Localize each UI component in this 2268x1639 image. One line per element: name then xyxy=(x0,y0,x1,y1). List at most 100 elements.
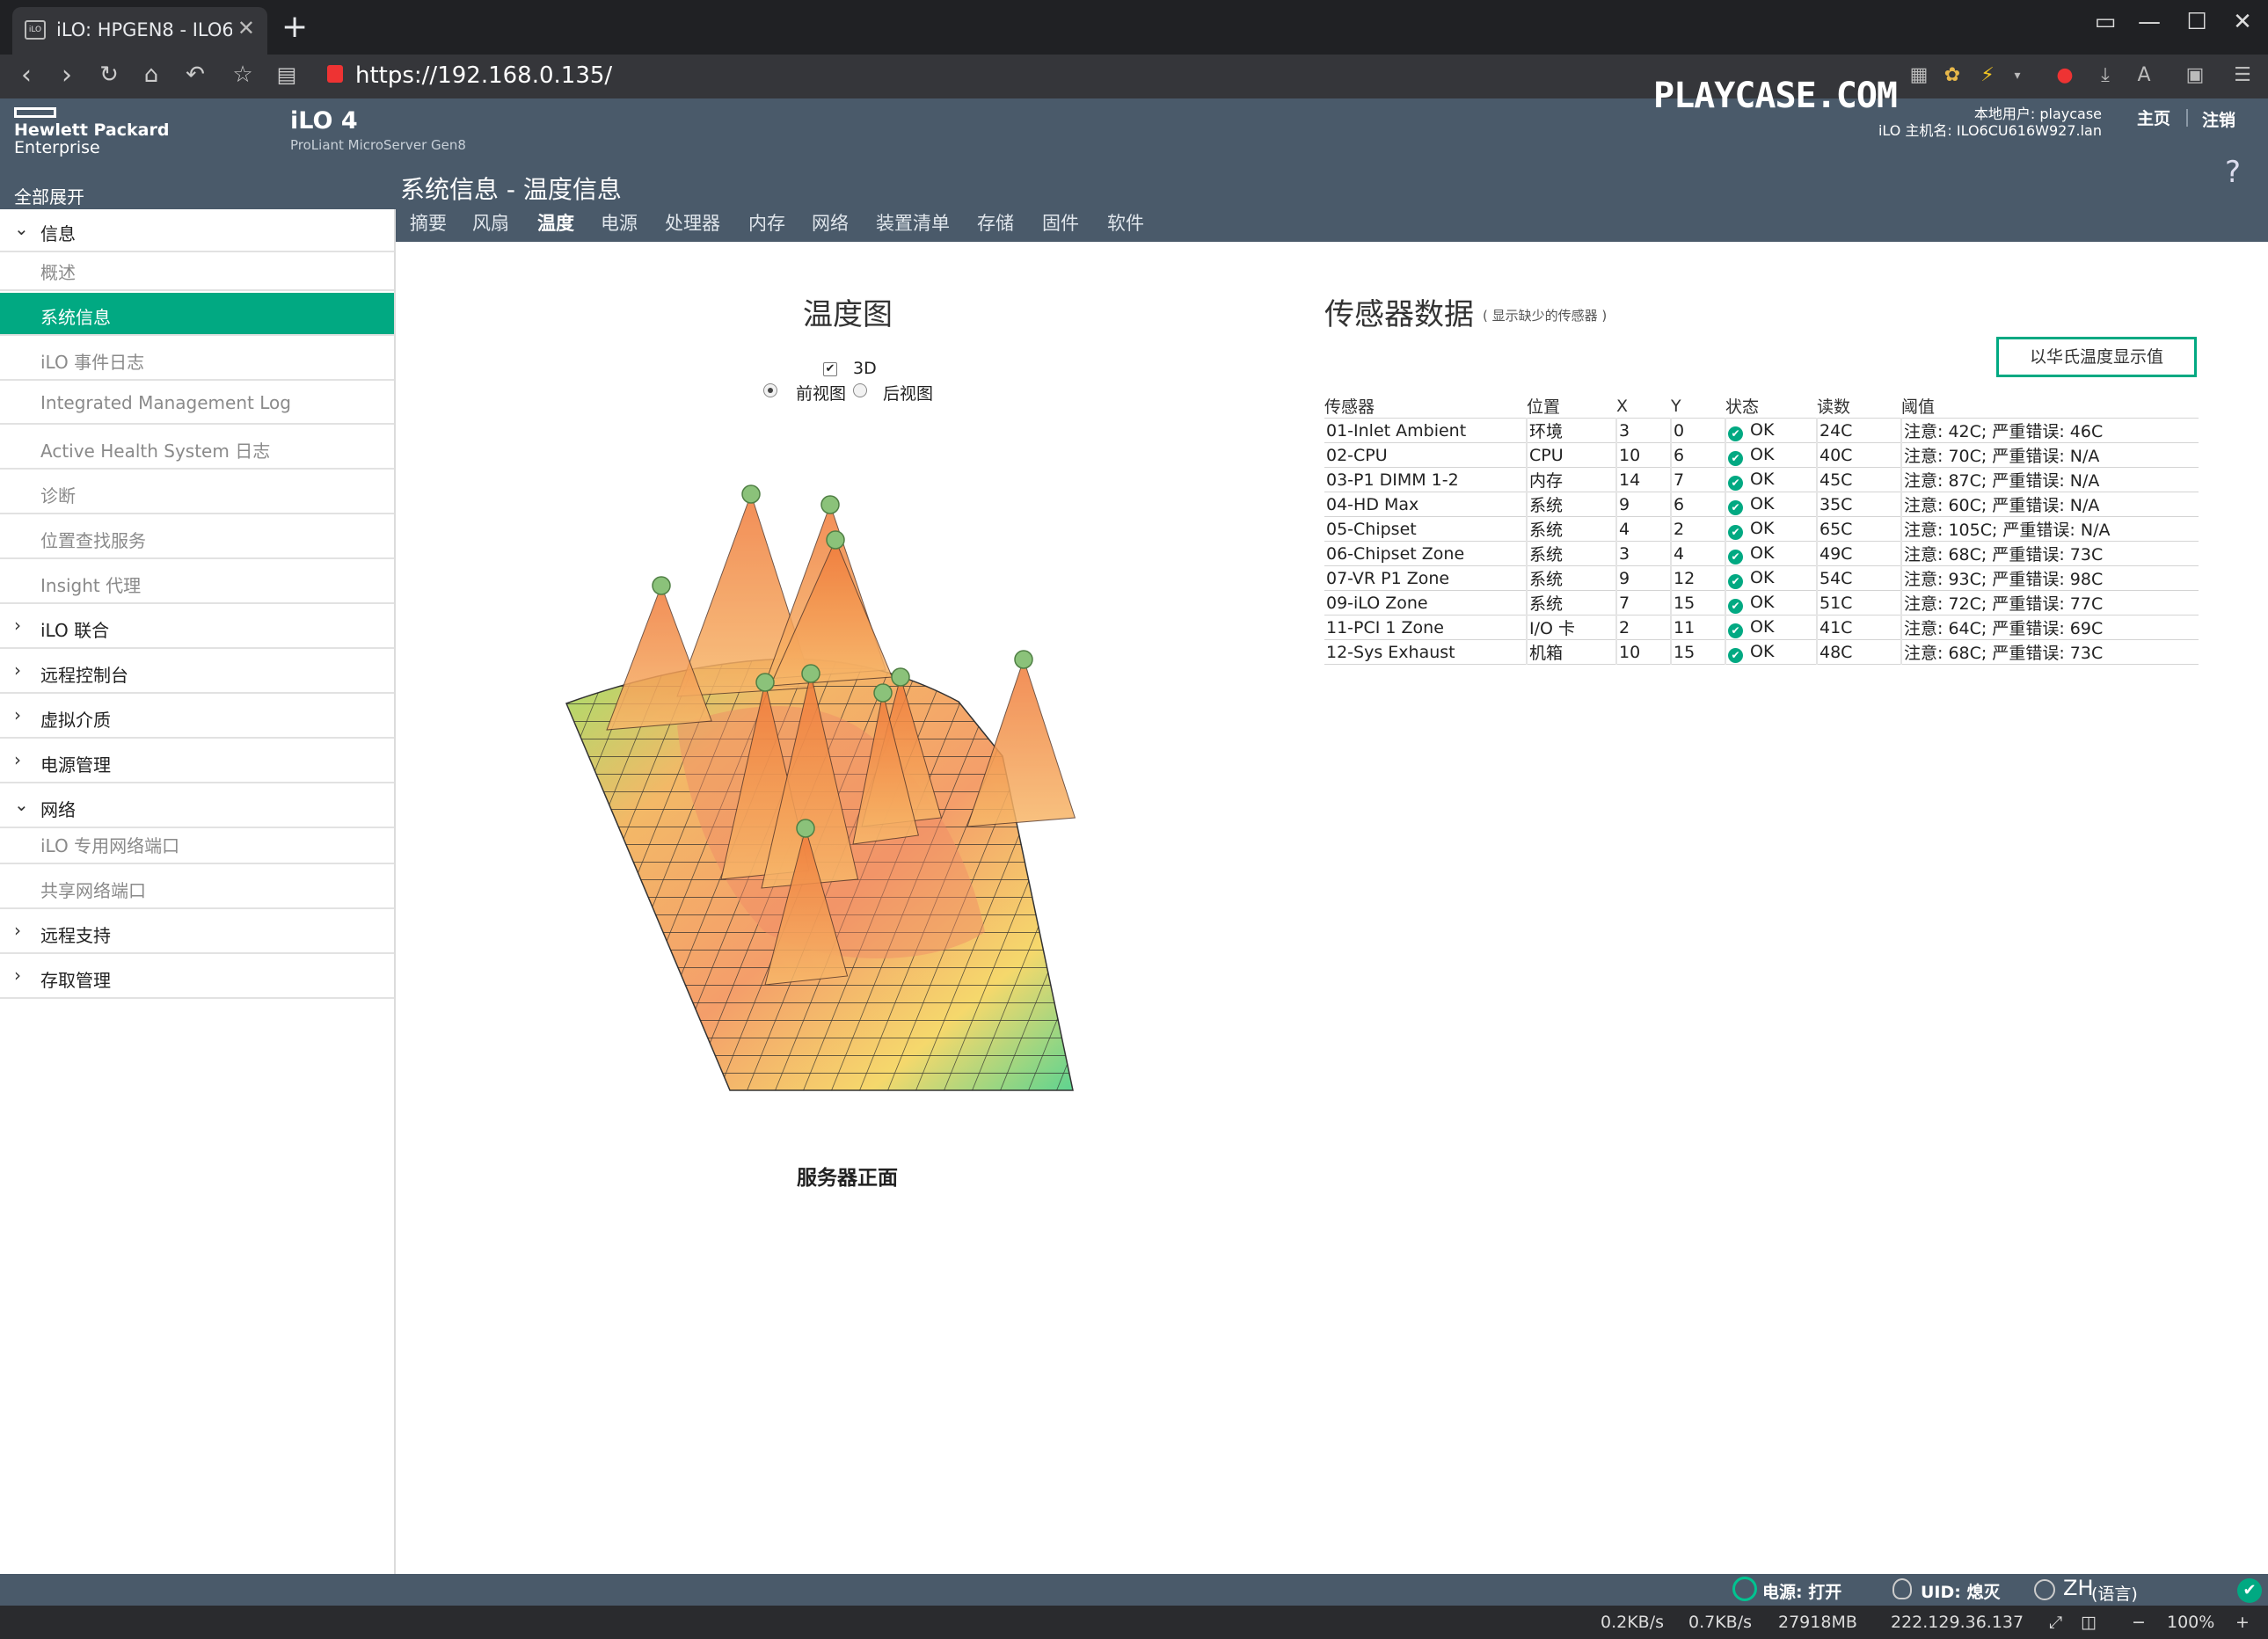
sidebar-item-12[interactable]: › 电源管理 xyxy=(0,740,394,783)
column-header[interactable]: 状态 xyxy=(1725,394,1817,419)
menu-icon[interactable]: ☰ xyxy=(2230,63,2255,88)
close-tab-icon[interactable]: ✕ xyxy=(237,16,255,40)
sidebar-item-2[interactable]: 系统信息 xyxy=(0,293,394,336)
sensor-marker[interactable] xyxy=(1014,650,1033,669)
sidebar-item-14[interactable]: iLO 专用网络端口 xyxy=(0,821,394,864)
sensor-marker[interactable] xyxy=(755,673,775,692)
tab-9[interactable]: 固件 xyxy=(1042,209,1079,236)
uid-status[interactable]: UID: 熄灭 xyxy=(1921,1579,2000,1603)
chevron-right-icon[interactable]: › xyxy=(14,615,21,636)
help-icon[interactable]: ? xyxy=(2225,155,2241,190)
column-header[interactable]: 传感器 xyxy=(1324,394,1527,419)
sensor-marker[interactable] xyxy=(873,683,893,703)
chevron-right-icon[interactable]: › xyxy=(14,920,21,941)
column-header[interactable]: 位置 xyxy=(1527,394,1616,419)
sidebar-item-5[interactable]: Active Health System 日志 xyxy=(0,426,394,470)
3d-checkbox[interactable]: ✔ xyxy=(823,362,837,376)
ip-address[interactable]: 222.129.36.137 xyxy=(1891,1613,2024,1632)
bookmark-star-icon[interactable]: ☆ xyxy=(225,62,260,88)
home-icon[interactable]: ⌂ xyxy=(134,62,169,88)
logout-link[interactable]: 注销 xyxy=(2202,107,2235,131)
chevron-down-icon[interactable]: ⌄ xyxy=(14,218,29,239)
translate-icon[interactable]: A xyxy=(2132,63,2156,88)
sidebar-item-17[interactable]: › 存取管理 xyxy=(0,956,394,999)
tab-overview-icon[interactable]: ▭ xyxy=(2088,9,2123,35)
tab-2[interactable]: 温度 xyxy=(537,209,574,236)
tab-0[interactable]: 摘要 xyxy=(410,209,447,236)
forward-icon[interactable]: › xyxy=(49,60,84,91)
insecure-lock-icon[interactable] xyxy=(327,65,343,83)
tab-4[interactable]: 处理器 xyxy=(665,209,720,236)
zoom-out-icon[interactable]: − xyxy=(2132,1613,2146,1632)
sensor-marker[interactable] xyxy=(741,484,761,504)
sidebar-item-9[interactable]: › iLO 联合 xyxy=(0,606,394,649)
sidebar-item-15[interactable]: 共享网络端口 xyxy=(0,866,394,909)
chevron-down-icon[interactable]: ⌄ xyxy=(14,794,29,815)
undo-icon[interactable]: ↶ xyxy=(178,62,213,88)
qr-code-icon[interactable]: ▦ xyxy=(1907,63,1931,88)
sensor-marker[interactable] xyxy=(796,819,815,838)
zoom-in-icon[interactable]: + xyxy=(2235,1613,2250,1632)
new-tab-button[interactable]: + xyxy=(281,9,308,45)
tab-1[interactable]: 风扇 xyxy=(472,209,509,236)
url-field[interactable]: https://192.168.0.135/ xyxy=(355,62,612,89)
tab-3[interactable]: 电源 xyxy=(601,209,638,236)
close-window-icon[interactable]: ✕ xyxy=(2225,9,2260,35)
maximize-icon[interactable]: ☐ xyxy=(2179,9,2214,35)
chevron-right-icon[interactable]: › xyxy=(14,704,21,725)
download-icon[interactable]: ⤓ xyxy=(2093,63,2118,88)
browser-tab[interactable]: iLO iLO: HPGEN8 - ILO6CU6 ✕ xyxy=(12,7,267,55)
sidebar-item-7[interactable]: 位置查找服务 xyxy=(0,516,394,559)
sidebar-item-0[interactable]: ⌄ 信息 xyxy=(0,209,394,252)
sensor-marker[interactable] xyxy=(801,664,820,683)
column-header[interactable]: X xyxy=(1616,394,1671,419)
language-code[interactable]: ZH xyxy=(2063,1576,2094,1600)
tab-10[interactable]: 软件 xyxy=(1107,209,1144,236)
sensor-marker[interactable] xyxy=(652,576,671,595)
adblock-icon[interactable]: ● xyxy=(2053,63,2077,88)
show-missing-sensors-link[interactable]: ( 显示缺少的传感器 ) xyxy=(1483,306,1607,324)
uid-bulb-icon[interactable] xyxy=(1892,1578,1912,1599)
layout-icon[interactable]: ◫ xyxy=(2081,1613,2097,1632)
column-header[interactable]: Y xyxy=(1671,394,1725,419)
sidebar-item-4[interactable]: Integrated Management Log xyxy=(0,382,394,425)
sidebar-item-1[interactable]: 概述 xyxy=(0,248,394,291)
flash-icon[interactable]: ⚡ xyxy=(1975,63,2000,88)
home-link[interactable]: 主页 xyxy=(2137,106,2170,129)
fullscreen-icon[interactable]: ⤢ xyxy=(2049,1613,2062,1632)
zoom-level[interactable]: 100% xyxy=(2167,1613,2214,1632)
sidebar-item-8[interactable]: Insight 代理 xyxy=(0,561,394,604)
power-icon[interactable] xyxy=(1732,1577,1757,1601)
apps-grid-icon[interactable]: ▣ xyxy=(2183,63,2207,88)
sensor-marker[interactable] xyxy=(891,667,910,687)
chevron-right-icon[interactable]: › xyxy=(14,749,21,770)
sidebar-item-3[interactable]: iLO 事件日志 xyxy=(0,338,394,381)
reader-icon[interactable]: ▤ xyxy=(269,62,304,87)
tab-5[interactable]: 内存 xyxy=(748,209,785,236)
tab-6[interactable]: 网络 xyxy=(812,209,849,236)
minimize-icon[interactable]: — xyxy=(2132,9,2167,35)
tab-7[interactable]: 装置清单 xyxy=(876,209,950,236)
chevron-right-icon[interactable]: › xyxy=(14,659,21,681)
sidebar-item-16[interactable]: › 远程支持 xyxy=(0,911,394,954)
chevron-right-icon[interactable]: › xyxy=(14,965,21,986)
sensor-marker[interactable] xyxy=(826,530,845,550)
tab-8[interactable]: 存储 xyxy=(977,209,1014,236)
sidebar-item-11[interactable]: › 虚拟介质 xyxy=(0,696,394,739)
globe-icon[interactable] xyxy=(2034,1579,2055,1600)
back-icon[interactable]: ‹ xyxy=(9,60,44,91)
column-header[interactable]: 阈值 xyxy=(1901,394,2199,419)
sensor-marker[interactable] xyxy=(820,495,840,514)
reload-icon[interactable]: ↻ xyxy=(91,62,127,88)
fahrenheit-toggle-button[interactable]: 以华氏温度显示值 xyxy=(1996,337,2197,377)
front-view-radio[interactable] xyxy=(763,383,777,397)
extension-icon[interactable]: ✿ xyxy=(1940,63,1965,88)
expand-all-link[interactable]: 全部展开 xyxy=(14,183,84,208)
power-status[interactable]: 电源: 打开 xyxy=(1762,1579,1841,1603)
sidebar-item-6[interactable]: 诊断 xyxy=(0,471,394,514)
rear-view-radio[interactable] xyxy=(853,383,867,397)
dropdown-icon[interactable]: ▾ xyxy=(2005,63,2030,88)
sidebar-item-10[interactable]: › 远程控制台 xyxy=(0,651,394,694)
column-header[interactable]: 读数 xyxy=(1817,394,1901,419)
language-label[interactable]: (语言) xyxy=(2091,1581,2138,1605)
